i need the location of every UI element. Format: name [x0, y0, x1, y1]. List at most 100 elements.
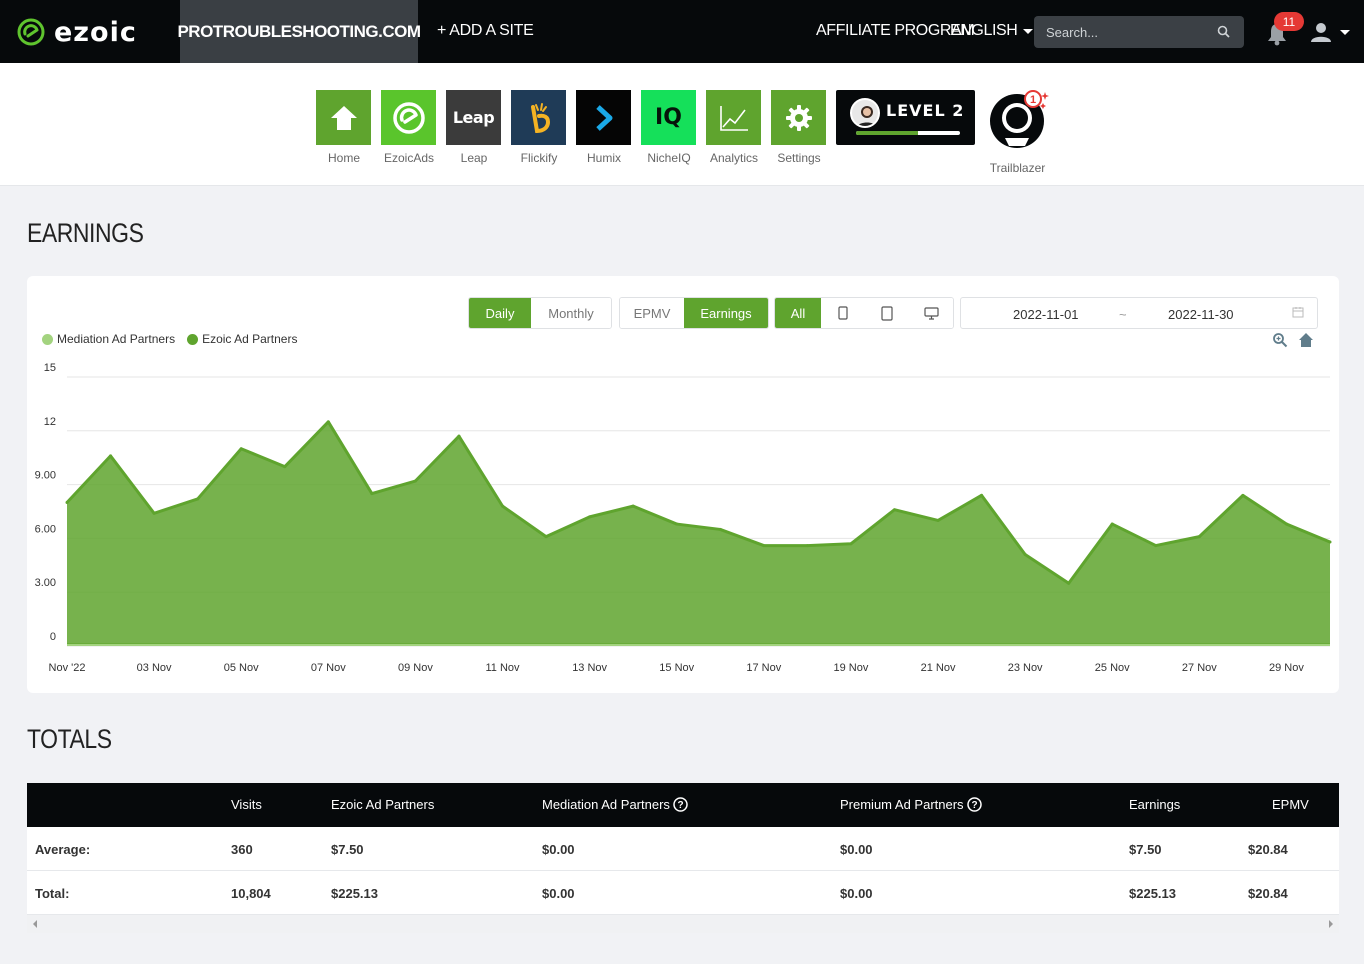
site-selector[interactable]: PROTROUBLESHOOTING.COM	[177, 0, 421, 63]
legend-item-mediation[interactable]: Mediation Ad Partners	[42, 332, 175, 346]
level-progress-bar	[856, 131, 960, 135]
chart-legend: Mediation Ad Partners Ezoic Ad Partners	[42, 332, 297, 346]
x-tick-label: 11 Nov	[485, 662, 520, 674]
cell-ezoic: $225.13	[331, 886, 378, 901]
calendar-icon	[1292, 307, 1304, 318]
totals-title: TOTALS	[27, 724, 112, 754]
data-point	[762, 544, 766, 548]
desktop-button[interactable]	[909, 298, 953, 328]
y-tick-label: 12	[44, 416, 56, 428]
data-point	[196, 497, 200, 501]
date-end: 2022-11-30	[1168, 307, 1234, 322]
app-flickify[interactable]: Flickify	[511, 90, 566, 165]
level-card[interactable]: LEVEL 2	[836, 90, 975, 145]
column-header-earnings: Earnings	[1129, 797, 1181, 812]
data-point	[1023, 553, 1027, 557]
astronaut-icon: 1	[990, 90, 1049, 148]
help-icon[interactable]: ?	[966, 797, 982, 812]
zoom-icon[interactable]	[1272, 332, 1288, 348]
scroll-right-arrow[interactable]	[1329, 920, 1333, 928]
chevron-down-icon	[1340, 29, 1350, 35]
data-point	[239, 447, 243, 451]
data-point	[283, 465, 287, 469]
data-point	[457, 434, 461, 438]
data-point	[1241, 493, 1245, 497]
analytics-icon	[706, 90, 761, 145]
all-devices-button[interactable]: All	[775, 298, 821, 328]
data-point	[109, 454, 113, 458]
x-tick-label: 27 Nov	[1182, 662, 1217, 674]
level-progress-fill	[856, 131, 919, 135]
app-ezoicads[interactable]: EzoicAds	[381, 90, 436, 165]
data-point	[892, 508, 896, 512]
app-nicheiq[interactable]: IQ NicheIQ	[641, 90, 696, 165]
chart-tools	[1272, 332, 1314, 348]
data-point	[718, 527, 722, 531]
language-label: ENGLISH	[950, 22, 1018, 39]
column-header-epmv: EPMV	[1272, 797, 1309, 812]
language-selector[interactable]: ENGLISH	[950, 22, 1034, 40]
app-leap[interactable]: Leap Leap	[446, 90, 501, 165]
scroll-left-arrow[interactable]	[33, 920, 37, 928]
add-site-link[interactable]: + ADD A SITE	[437, 22, 534, 40]
data-point	[936, 518, 940, 522]
cell-mediation: $0.00	[542, 886, 575, 901]
earnings-area-chart: 0 3.00 6.00 9.00 12 15 Nov '22 03 Nov 05 Nov 07 N…	[35, 362, 1332, 674]
search-icon[interactable]	[1217, 25, 1230, 38]
trailblazer-count: 1	[1030, 94, 1036, 106]
app-analytics[interactable]: Analytics	[706, 90, 761, 165]
user-menu[interactable]	[1310, 22, 1350, 42]
cell-premium: $0.00	[840, 886, 873, 901]
date-start: 2022-11-01	[1013, 307, 1079, 322]
help-icon[interactable]: ?	[673, 797, 688, 812]
nicheiq-icon: IQ	[641, 90, 696, 145]
trailblazer-label: Trailblazer	[989, 161, 1046, 175]
brand-name: ezoic	[54, 16, 137, 48]
date-separator: ~	[1119, 307, 1127, 322]
data-point	[152, 511, 156, 515]
data-point	[631, 504, 635, 508]
epmv-button[interactable]: EPMV	[620, 298, 684, 328]
x-tick-label: 19 Nov	[834, 662, 869, 674]
app-settings[interactable]: Settings	[771, 90, 826, 165]
table-header-row: Visits Ezoic Ad Partners Mediation Ad Pa…	[27, 783, 1339, 827]
data-point	[805, 544, 809, 548]
x-tick-label: 23 Nov	[1008, 662, 1043, 674]
data-point	[544, 535, 548, 539]
cell-mediation: $0.00	[542, 842, 575, 857]
y-tick-label: 9.00	[35, 470, 56, 482]
ezoic-logo[interactable]: ezoic	[16, 16, 137, 48]
tablet-button[interactable]	[865, 298, 909, 328]
cell-epmv: $20.84	[1248, 842, 1288, 857]
monthly-button[interactable]: Monthly	[531, 298, 611, 328]
daily-button[interactable]: Daily	[469, 298, 531, 328]
trailblazer-badge[interactable]: 1 Trailblazer	[985, 90, 1050, 175]
earnings-button[interactable]: Earnings	[684, 298, 768, 328]
level-label: LEVEL 2	[886, 101, 965, 120]
cell-earnings: $7.50	[1129, 842, 1162, 857]
data-point	[588, 515, 592, 519]
app-home[interactable]: Home	[316, 90, 371, 165]
app-humix[interactable]: Humix	[576, 90, 631, 165]
search-box	[1034, 16, 1244, 48]
reset-zoom-home-icon[interactable]	[1298, 332, 1314, 348]
ezoic-logo-icon	[17, 18, 45, 46]
data-point	[980, 493, 984, 497]
x-tick-label: 29 Nov	[1269, 662, 1304, 674]
phone-button[interactable]	[821, 298, 865, 328]
date-range-picker[interactable]: 2022-11-01 ~ 2022-11-30	[960, 297, 1318, 329]
cell-earnings: $225.13	[1129, 886, 1176, 901]
data-point	[675, 522, 679, 526]
ezoic-icon	[381, 90, 436, 145]
app-label: Settings	[777, 151, 821, 165]
horizontal-scrollbar[interactable]	[27, 915, 1339, 933]
row-label: Average:	[35, 842, 91, 857]
legend-dot	[42, 333, 53, 345]
x-tick-label: Nov '22	[49, 662, 86, 674]
earnings-title: EARNINGS	[27, 218, 144, 248]
top-navigation: ezoic PROTROUBLESHOOTING.COM + ADD A SIT…	[0, 0, 1364, 63]
cell-premium: $0.00	[840, 842, 873, 857]
legend-item-ezoic[interactable]: Ezoic Ad Partners	[187, 332, 297, 346]
data-point	[1110, 522, 1114, 526]
search-input[interactable]	[1046, 24, 1206, 40]
